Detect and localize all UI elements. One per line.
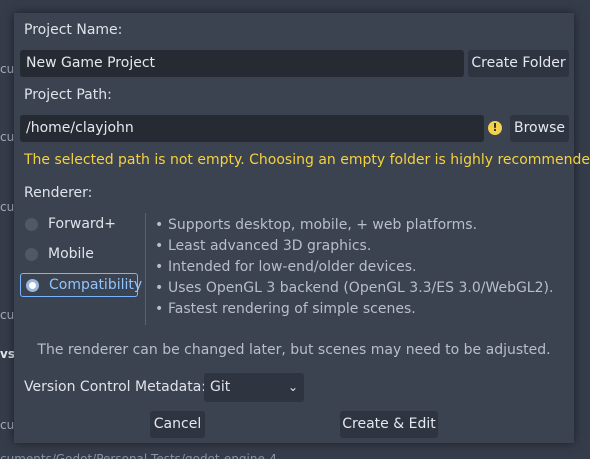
renderer-option-compatibility[interactable]: Compatibility <box>20 273 142 297</box>
renderer-description-item: • Uses OpenGL 3 backend (OpenGL 3.3/ES 3.… <box>155 278 553 299</box>
bullet-icon: • <box>155 238 164 254</box>
project-path-label: Project Path: <box>24 87 112 103</box>
renderer-option-forward-plus[interactable]: Forward+ <box>20 213 138 237</box>
renderer-description-text: Least advanced 3D graphics. <box>168 238 372 254</box>
project-path-input[interactable]: /home/clayjohn <box>20 115 484 142</box>
renderer-description-item: • Fastest rendering of simple scenes. <box>155 299 553 320</box>
bullet-icon: • <box>155 301 164 317</box>
renderer-description-item: • Least advanced 3D graphics. <box>155 236 553 257</box>
renderer-label: Renderer: <box>24 185 93 201</box>
renderer-description-text: Fastest rendering of simple scenes. <box>168 301 416 317</box>
background-path-text: cuments/Godot/Personal Tests/godot-engin… <box>0 452 277 459</box>
chevron-down-icon: ⌄ <box>287 380 298 394</box>
renderer-description-item: • Intended for low-end/older devices. <box>155 257 553 278</box>
background-text-fragment: cu <box>0 130 14 144</box>
renderer-description-text: Supports desktop, mobile, + web platform… <box>168 217 478 233</box>
create-project-dialog: Project Name: New Game Project Create Fo… <box>14 13 590 443</box>
project-name-label: Project Name: <box>24 22 123 38</box>
path-warning-text: The selected path is not empty. Choosing… <box>24 152 590 168</box>
renderer-option-label: Forward+ <box>48 216 117 232</box>
version-control-selected-value: Git <box>210 379 231 395</box>
bullet-icon: • <box>155 280 164 296</box>
renderer-description: • Supports desktop, mobile, + web platfor… <box>155 215 553 320</box>
background-text-fragment: cu <box>0 308 14 322</box>
background-text-fragment: cu <box>0 200 14 214</box>
renderer-option-mobile[interactable]: Mobile <box>20 243 138 267</box>
renderer-option-label: Mobile <box>48 246 94 262</box>
background-text-fragment: cu <box>0 418 14 432</box>
browse-button[interactable]: Browse <box>510 115 569 142</box>
renderer-option-label: Compatibility <box>49 277 143 293</box>
project-name-input[interactable]: New Game Project <box>20 50 464 77</box>
renderer-description-item: • Supports desktop, mobile, + web platfor… <box>155 215 553 236</box>
background-text-fragment: vs <box>0 347 14 361</box>
renderer-change-note: The renderer can be changed later, but s… <box>37 342 551 358</box>
version-control-select[interactable]: Git ⌄ <box>204 373 304 402</box>
create-folder-button[interactable]: Create Folder <box>468 50 569 77</box>
background-text-fragment: cu <box>0 62 14 76</box>
renderer-divider <box>145 213 146 325</box>
version-control-label: Version Control Metadata: <box>24 379 206 395</box>
bullet-icon: • <box>155 217 164 233</box>
radio-button-icon <box>25 218 38 231</box>
cancel-button[interactable]: Cancel <box>150 411 205 438</box>
radio-button-selected-icon <box>26 279 39 292</box>
warning-icon: ! <box>488 121 502 135</box>
create-and-edit-button[interactable]: Create & Edit <box>340 411 438 438</box>
renderer-description-text: Uses OpenGL 3 backend (OpenGL 3.3/ES 3.0… <box>168 280 554 296</box>
radio-button-icon <box>25 248 38 261</box>
bullet-icon: • <box>155 259 164 275</box>
renderer-description-text: Intended for low-end/older devices. <box>168 259 417 275</box>
